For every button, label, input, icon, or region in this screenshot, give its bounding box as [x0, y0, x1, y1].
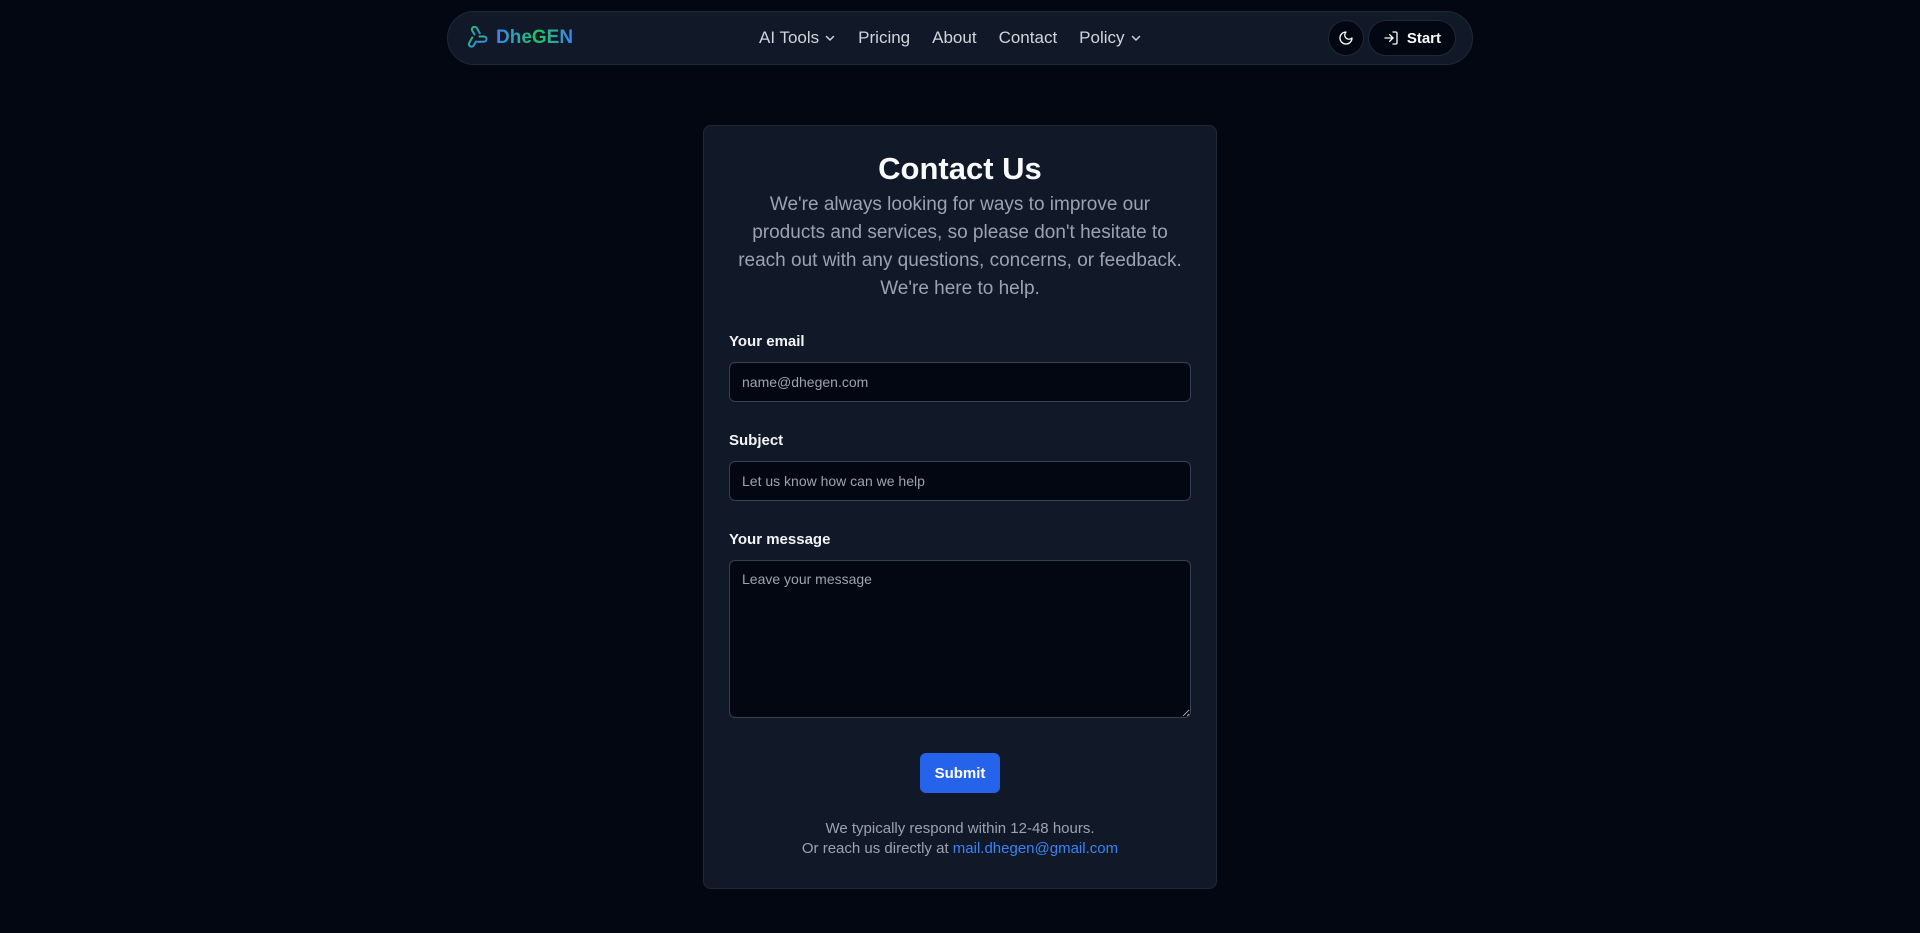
nav-item-policy[interactable]: Policy — [1079, 28, 1141, 48]
nav-item-pricing[interactable]: Pricing — [858, 28, 910, 48]
brand-link[interactable]: DheGEN — [464, 25, 573, 51]
start-button[interactable]: Start — [1367, 20, 1456, 56]
nav-item-label: Pricing — [858, 28, 911, 47]
contact-footer-note: We typically respond within 12-48 hours.… — [729, 819, 1191, 859]
submit-button[interactable]: Submit — [919, 753, 1001, 793]
chevron-down-icon — [825, 35, 835, 41]
main-nav-menu: AI Tools Pricing About Contact Policy — [759, 12, 1142, 64]
subject-label: Subject — [729, 432, 784, 449]
response-time-note: We typically respond within 12-48 hours. — [825, 820, 1095, 837]
direct-contact-prefix: Or reach us directly at — [801, 840, 953, 857]
email-label: Your email — [729, 333, 805, 350]
email-field-group: Your email — [729, 333, 1191, 402]
nav-item-label: AI Tools — [759, 28, 820, 47]
subject-field-group: Subject — [729, 432, 1191, 501]
moon-icon — [1339, 31, 1353, 45]
theme-toggle-button[interactable] — [1327, 20, 1364, 56]
subject-field[interactable] — [729, 461, 1191, 501]
nav-item-contact[interactable]: Contact — [999, 28, 1058, 48]
message-label: Your message — [729, 531, 831, 548]
nav-actions: Start — [1327, 12, 1456, 64]
brand-name: DheGEN — [496, 27, 574, 48]
start-button-label: Start — [1406, 29, 1441, 47]
sign-in-icon — [1384, 31, 1398, 45]
nav-item-label: About — [932, 28, 977, 47]
nav-item-about[interactable]: About — [932, 28, 976, 48]
nav-item-label: Contact — [998, 28, 1058, 47]
chevron-down-icon — [1131, 35, 1140, 41]
page-title: Contact Us — [878, 151, 1042, 186]
page-subtitle: We're always looking for ways to improve… — [738, 194, 1182, 299]
contact-card: Contact Us We're always looking for ways… — [703, 125, 1217, 889]
dhegen-logo-icon — [464, 25, 490, 51]
email-field[interactable] — [729, 362, 1191, 402]
message-field-group: Your message — [729, 531, 1191, 723]
direct-email-link[interactable]: mail.dhegen@gmail.com — [953, 840, 1118, 857]
direct-contact-line: Or reach us directly at mail.dhegen@gmai… — [729, 839, 1191, 859]
nav-item-label: Policy — [1079, 28, 1125, 47]
nav-item-ai-tools[interactable]: AI Tools — [759, 28, 836, 48]
message-field[interactable] — [729, 560, 1191, 718]
submit-wrapper: Submit — [729, 753, 1191, 793]
top-navbar: DheGEN AI Tools Pricing About Contact Po… — [447, 11, 1473, 65]
